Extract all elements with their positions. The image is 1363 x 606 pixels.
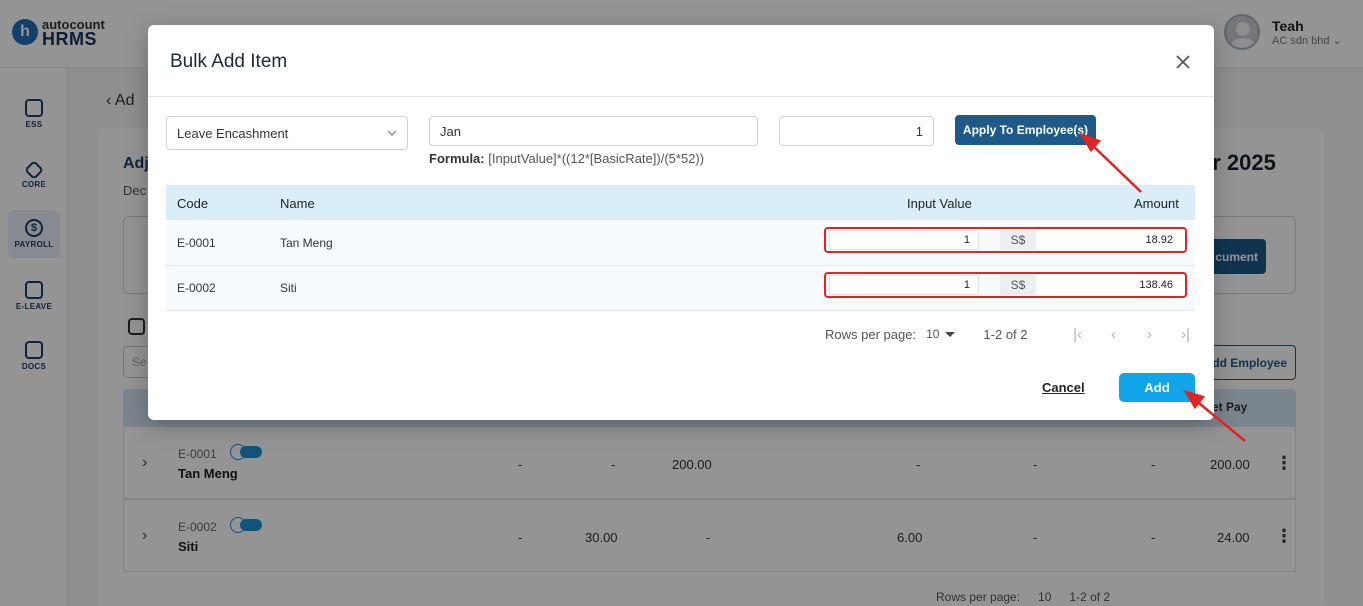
amount-input-group: 1 S$ 18.92 bbox=[824, 227, 1187, 253]
item-type-select[interactable]: Leave Encashment bbox=[166, 116, 408, 150]
column-header-amount: Amount bbox=[1134, 196, 1179, 211]
pagination: Rows per page: 10 1-2 of 2 |‹ ‹ › ›| bbox=[825, 326, 1204, 343]
add-button[interactable]: Add bbox=[1119, 373, 1195, 402]
column-header-input-value: Input Value bbox=[907, 196, 972, 211]
currency-label: S$ bbox=[1000, 275, 1036, 295]
input-value-field[interactable] bbox=[779, 116, 934, 146]
column-header-code: Code bbox=[177, 196, 209, 211]
currency-label: S$ bbox=[1000, 230, 1036, 250]
formula-value: [InputValue]*((12*[BasicRate])/(5*52)) bbox=[488, 151, 705, 166]
caret-down-icon[interactable] bbox=[945, 331, 956, 337]
employee-code: E-0002 bbox=[177, 281, 216, 295]
formula-label: Formula: bbox=[429, 151, 485, 166]
next-page-icon[interactable]: › bbox=[1132, 326, 1168, 343]
table-row: E-0001 Tan Meng 1 S$ 18.92 bbox=[166, 221, 1195, 266]
bulk-add-item-dialog: Bulk Add Item Leave Encashment Formula: … bbox=[148, 25, 1214, 420]
previous-page-icon[interactable]: ‹ bbox=[1096, 326, 1132, 343]
cancel-button[interactable]: Cancel bbox=[1042, 380, 1085, 395]
column-header-name: Name bbox=[280, 196, 315, 211]
chevron-down-icon bbox=[387, 130, 397, 136]
employee-name: Siti bbox=[280, 281, 297, 295]
table-row: E-0002 Siti 1 S$ 138.46 bbox=[166, 266, 1195, 311]
page-range: 1-2 of 2 bbox=[983, 326, 1028, 342]
row-input-value[interactable]: 1 bbox=[829, 230, 979, 250]
rows-per-page-select[interactable]: 10 bbox=[926, 327, 939, 341]
apply-to-employees-button[interactable]: Apply To Employee(s) bbox=[955, 115, 1096, 145]
close-icon[interactable] bbox=[1174, 53, 1192, 71]
row-amount[interactable]: 138.46 bbox=[1038, 275, 1185, 295]
amount-input-group: 1 S$ 138.46 bbox=[824, 272, 1187, 298]
formula-text: Formula: [InputValue]*((12*[BasicRate])/… bbox=[429, 151, 704, 166]
table-header: Code Name Input Value Amount bbox=[166, 185, 1195, 220]
row-amount[interactable]: 18.92 bbox=[1038, 230, 1185, 250]
remark-input[interactable] bbox=[429, 116, 758, 146]
item-type-value: Leave Encashment bbox=[177, 125, 289, 141]
rows-per-page-label: Rows per page: bbox=[825, 326, 917, 342]
employee-name: Tan Meng bbox=[280, 236, 333, 250]
row-input-value[interactable]: 1 bbox=[829, 275, 979, 295]
dialog-title: Bulk Add Item bbox=[170, 51, 288, 72]
employee-code: E-0001 bbox=[177, 236, 216, 250]
first-page-icon[interactable]: |‹ bbox=[1060, 326, 1096, 343]
last-page-icon[interactable]: ›| bbox=[1168, 326, 1204, 343]
dialog-header: Bulk Add Item bbox=[148, 25, 1214, 97]
